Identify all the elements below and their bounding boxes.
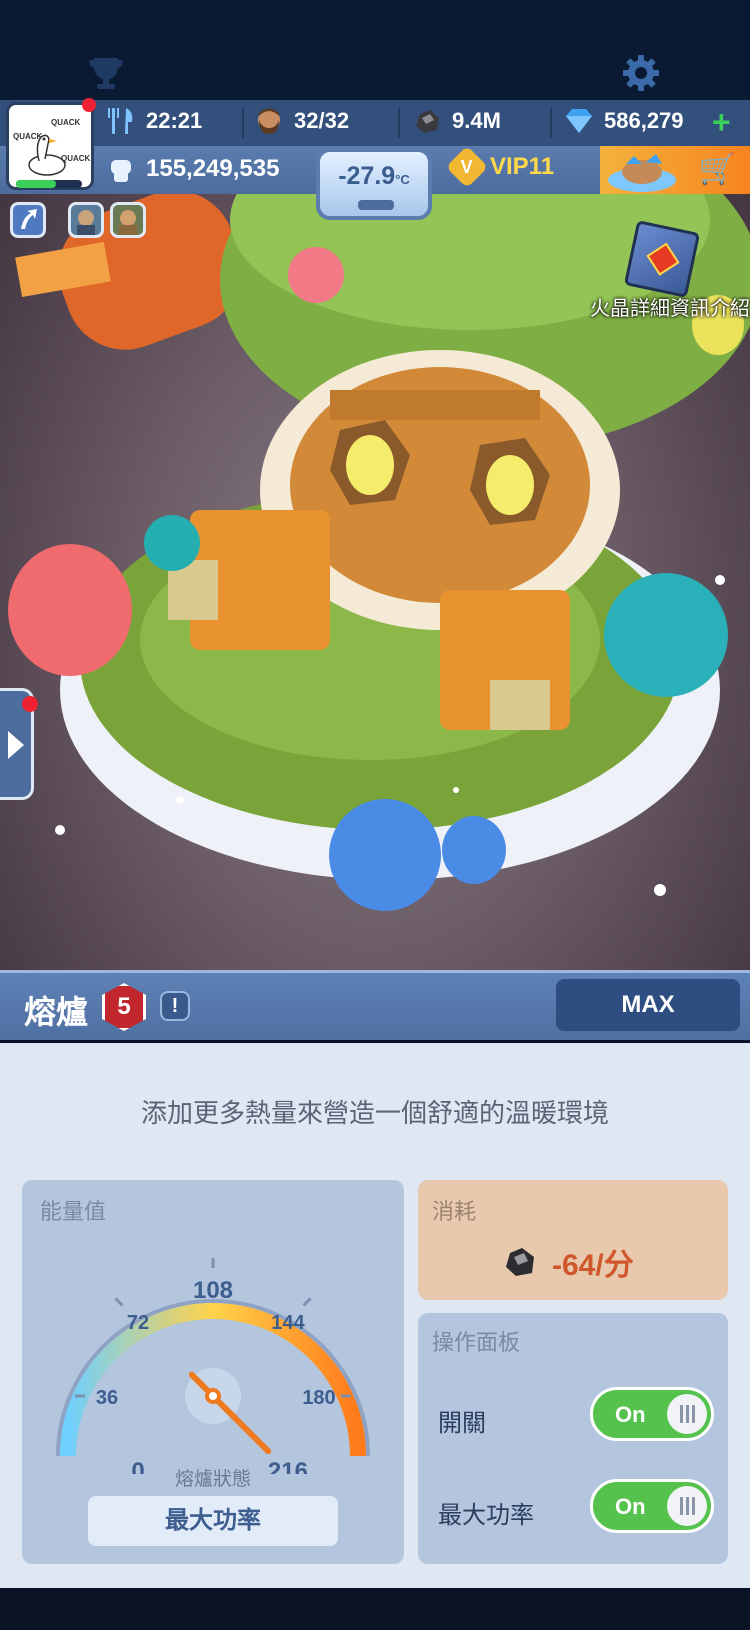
furnace-description: 添加更多熱量來營造一個舒適的溫暖環境 bbox=[140, 1098, 609, 1128]
divider bbox=[242, 108, 244, 138]
shopping-cart-icon: 🛒 bbox=[698, 153, 736, 186]
max-power-label: 最大功率 bbox=[438, 1502, 534, 1529]
fire-crystal-book-icon[interactable] bbox=[623, 220, 701, 298]
vip-icon: V bbox=[445, 145, 489, 189]
avatar-quack-2: QUACK bbox=[51, 118, 81, 127]
chevron-right-icon bbox=[8, 731, 24, 759]
player-avatar[interactable]: QUACK QUACK QUACK bbox=[6, 102, 94, 190]
building-level-badge: 5 bbox=[102, 983, 146, 1031]
gauge-tick-label: 180 bbox=[302, 1387, 335, 1409]
divider bbox=[398, 108, 400, 138]
settings-gear-icon[interactable] bbox=[622, 54, 660, 92]
divider bbox=[550, 108, 552, 138]
gauge-tick-label: 36 bbox=[96, 1387, 118, 1409]
hero-portrait-icon bbox=[77, 210, 95, 235]
gauge-tick-label: 108 bbox=[193, 1277, 233, 1304]
info-button[interactable]: ! bbox=[160, 991, 190, 1021]
temperature-value: -27.9 bbox=[338, 162, 396, 190]
coal-icon bbox=[506, 1248, 534, 1276]
max-level-button[interactable]: MAX bbox=[556, 979, 740, 1031]
diamond-icon bbox=[566, 109, 592, 133]
furnace-panel: 添加更多熱量來營造一個舒適的溫暖環境 能量值 0 36 72 108 144 180 216 bbox=[0, 1043, 750, 1588]
gauge-tick bbox=[114, 1297, 124, 1307]
max-power-toggle[interactable]: On bbox=[590, 1479, 714, 1533]
fist-icon bbox=[111, 160, 131, 182]
coal-resource[interactable]: 9.4M bbox=[412, 106, 501, 136]
gems-value: 586,279 bbox=[604, 108, 684, 133]
consumption-title: 消耗 bbox=[432, 1199, 477, 1224]
energy-title: 能量值 bbox=[40, 1199, 107, 1224]
notification-dot bbox=[82, 98, 96, 112]
hero-portrait-button-1[interactable] bbox=[68, 202, 104, 238]
shop-button[interactable]: 🛒 bbox=[600, 146, 750, 194]
fork-knife-icon bbox=[108, 108, 133, 134]
furnace-state-value: 最大功率 bbox=[88, 1496, 338, 1546]
toggle-state: On bbox=[615, 1402, 646, 1427]
temperature-indicator bbox=[358, 200, 394, 210]
hero-portrait-button-2[interactable] bbox=[110, 202, 146, 238]
gauge-tick-label: 144 bbox=[271, 1312, 305, 1334]
operation-panel: 操作面板 開關 On 最大功率 On bbox=[418, 1313, 728, 1564]
consumption-card: 消耗 -64/分 bbox=[418, 1180, 728, 1300]
avatar-quack-1: QUACK bbox=[13, 132, 43, 141]
vip-badge[interactable]: V VIP11 bbox=[445, 145, 555, 189]
population-value: 32/32 bbox=[294, 108, 350, 133]
vip-level: VIP11 bbox=[490, 153, 555, 180]
temperature-unit: °C bbox=[395, 172, 410, 187]
player-exp-bar bbox=[16, 180, 82, 188]
consumption-value: -64/分 bbox=[552, 1249, 634, 1282]
toggle-knob bbox=[667, 1394, 707, 1434]
coal-value: 9.4M bbox=[452, 108, 501, 133]
power-switch-toggle[interactable]: On bbox=[590, 1387, 714, 1441]
gems-resource[interactable]: 586,279 bbox=[564, 106, 684, 136]
coal-icon bbox=[416, 110, 439, 133]
gauge-tick bbox=[302, 1297, 312, 1307]
goose-avatar-icon: QUACK QUACK QUACK bbox=[13, 118, 91, 176]
switch-label: 開關 bbox=[438, 1410, 486, 1437]
timer-value: 22:21 bbox=[146, 108, 203, 133]
up-arrow-icon bbox=[21, 209, 37, 229]
hero-portrait-icon bbox=[119, 210, 137, 235]
building-name: 熔爐 bbox=[24, 994, 89, 1030]
bottom-bar bbox=[0, 1588, 750, 1630]
gauge-tick-label: 72 bbox=[127, 1312, 149, 1334]
toggle-knob bbox=[667, 1486, 707, 1526]
operation-panel-title: 操作面板 bbox=[432, 1330, 521, 1355]
temperature-display[interactable]: -27.9°C bbox=[316, 148, 432, 220]
energy-card: 能量值 0 36 72 108 144 180 216 熔爐狀態 最大功率 bbox=[22, 1180, 404, 1564]
avatar-quack-3: QUACK bbox=[61, 154, 91, 163]
trophy-icon[interactable] bbox=[86, 56, 126, 90]
survivor-face-icon bbox=[258, 108, 280, 134]
upgrade-arrow-button[interactable] bbox=[10, 202, 46, 238]
power-value: 155,249,535 bbox=[146, 155, 280, 182]
gem-pile-icon bbox=[608, 154, 676, 192]
population-resource[interactable]: 32/32 bbox=[254, 106, 349, 136]
notification-dot bbox=[22, 696, 38, 712]
timer-resource[interactable]: 22:21 bbox=[106, 106, 202, 136]
add-gems-button[interactable]: + bbox=[712, 104, 731, 141]
furnace-state-label: 熔爐狀態 bbox=[174, 1469, 251, 1490]
building-header: 熔爐 5 ! MAX bbox=[0, 970, 750, 1040]
fire-crystal-info-label[interactable]: 火晶詳細資訊介紹 bbox=[590, 296, 750, 322]
energy-gauge: 03672108144180216 bbox=[56, 1258, 370, 1474]
power-resource[interactable]: 155,249,535 bbox=[106, 154, 279, 184]
top-bar bbox=[0, 0, 750, 100]
toggle-state: On bbox=[615, 1494, 646, 1519]
game-screen: 22:21 32/32 9.4M 586,279 + 155,249,535 -… bbox=[0, 0, 750, 1630]
